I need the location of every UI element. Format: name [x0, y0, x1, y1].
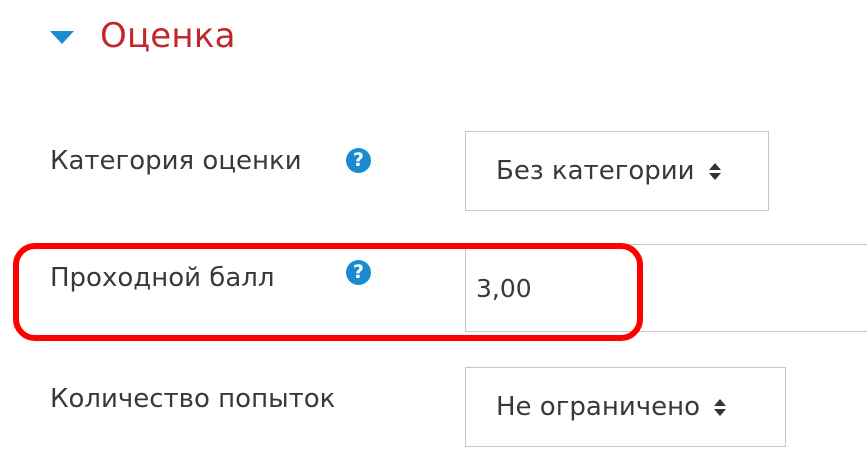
sort-arrows-icon — [708, 162, 721, 180]
passing-grade-label: Проходной балл — [50, 263, 275, 293]
attempts-select[interactable]: Не ограничено — [465, 367, 786, 447]
attempts-value: Не ограничено — [496, 392, 700, 422]
question-circle-icon[interactable]: ? — [346, 260, 371, 285]
section-title: Оценка — [100, 16, 236, 56]
caret-down-icon — [50, 30, 74, 44]
passing-grade-input[interactable] — [465, 244, 867, 332]
question-circle-icon[interactable]: ? — [346, 148, 371, 173]
grade-category-label: Категория оценки — [50, 146, 302, 176]
attempts-label: Количество попыток — [50, 384, 336, 414]
sort-arrows-icon — [713, 398, 726, 416]
grade-category-select[interactable]: Без категории — [465, 131, 769, 211]
grade-category-value: Без категории — [496, 156, 695, 186]
grade-section-toggle[interactable]: Оценка — [50, 6, 236, 66]
